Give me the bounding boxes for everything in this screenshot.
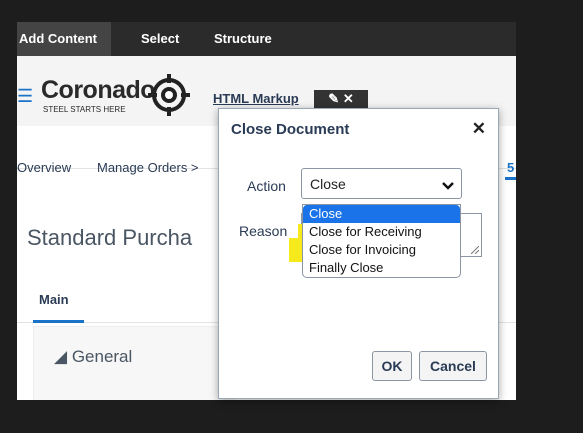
- nav-active-underline: [505, 177, 516, 180]
- logo-wordmark: Coronado: [41, 76, 156, 104]
- triangle-collapse-icon[interactable]: ◢: [54, 347, 67, 366]
- action-select-value: Close: [310, 176, 346, 192]
- top-toolbar: Add Content Select Structure: [17, 22, 516, 56]
- html-markup-label: HTML Markup: [213, 91, 299, 106]
- wrench-icon[interactable]: ✎: [328, 91, 339, 106]
- close-icon[interactable]: ✕: [472, 119, 486, 139]
- chevron-down-icon: [442, 178, 454, 196]
- section-general[interactable]: ◢ General: [54, 347, 132, 367]
- tab-add-content[interactable]: Add Content: [17, 22, 111, 56]
- option-close[interactable]: Close: [303, 205, 460, 223]
- ok-button[interactable]: OK: [372, 351, 412, 381]
- markup-tools[interactable]: ✎ ✕: [314, 90, 368, 108]
- cancel-button[interactable]: Cancel: [419, 351, 487, 381]
- action-label: Action: [247, 178, 286, 194]
- option-close-for-receiving[interactable]: Close for Receiving: [303, 223, 460, 241]
- page-title: Standard Purcha: [27, 225, 193, 250]
- close-document-dialog: Close Document ✕ Action Close Reason Clo…: [218, 108, 499, 399]
- breadcrumb-manage-orders[interactable]: Manage Orders >: [97, 160, 199, 175]
- logo-tagline: STEEL STARTS HERE: [43, 105, 126, 114]
- section-general-label: General: [71, 347, 133, 366]
- option-close-for-invoicing[interactable]: Close for Invoicing: [303, 241, 460, 259]
- nav-right-fragment[interactable]: 5: [507, 160, 514, 175]
- tab-main[interactable]: Main: [39, 292, 69, 307]
- action-dropdown-list: Close Close for Receiving Close for Invo…: [302, 204, 461, 278]
- tab-main-underline: [33, 320, 84, 323]
- tab-select[interactable]: Select: [141, 22, 179, 56]
- hamburger-menu-icon[interactable]: ☰: [17, 86, 33, 107]
- tab-structure[interactable]: Structure: [214, 22, 272, 56]
- action-select[interactable]: Close: [301, 168, 462, 199]
- reason-label: Reason: [239, 223, 288, 239]
- logo-target-icon: [148, 74, 190, 121]
- option-finally-close[interactable]: Finally Close: [303, 259, 460, 277]
- breadcrumb-overview[interactable]: Overview: [17, 160, 71, 175]
- resize-handle-icon[interactable]: [471, 246, 479, 254]
- dialog-title: Close Document: [231, 121, 350, 138]
- close-icon[interactable]: ✕: [343, 91, 354, 106]
